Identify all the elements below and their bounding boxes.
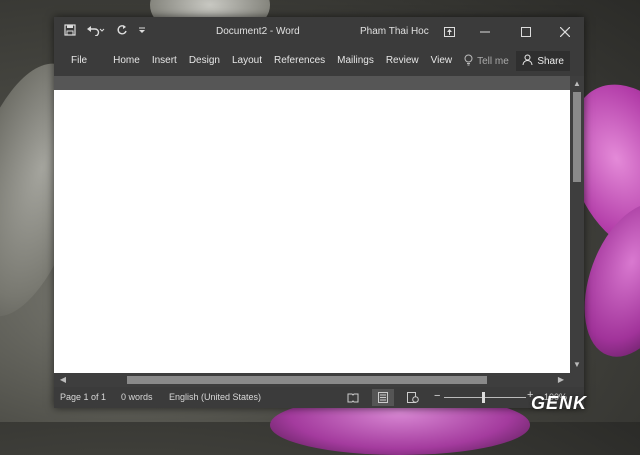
lightbulb-icon: [464, 54, 473, 69]
save-icon[interactable]: [64, 24, 76, 39]
read-mode-icon[interactable]: [342, 389, 364, 406]
ruler-strip: [54, 76, 570, 90]
close-icon[interactable]: [548, 17, 582, 46]
ribbon-tabs: File Home Insert Design Layout Reference…: [54, 46, 584, 76]
undo-icon[interactable]: [86, 24, 106, 39]
quick-access-toolbar: [64, 17, 146, 46]
language[interactable]: English (United States): [169, 392, 261, 402]
horizontal-scrollbar[interactable]: ◀ ▶: [54, 373, 570, 387]
maximize-icon[interactable]: [509, 17, 543, 46]
title-bar: Document2 - Word Pham Thai Hoc: [54, 17, 584, 46]
zoom-slider[interactable]: [444, 397, 526, 398]
user-name[interactable]: Pham Thai Hoc: [360, 26, 429, 37]
tab-references[interactable]: References: [268, 46, 331, 76]
tab-mailings[interactable]: Mailings: [331, 46, 380, 76]
tell-me-label: Tell me: [477, 55, 509, 67]
word-count[interactable]: 0 words: [121, 392, 153, 402]
customize-icon[interactable]: [138, 24, 146, 39]
scroll-up-icon[interactable]: ▲: [570, 78, 584, 90]
tell-me-box[interactable]: Tell me: [464, 54, 509, 69]
word-window: Document2 - Word Pham Thai Hoc File Home…: [54, 17, 584, 408]
zoom-slider-thumb[interactable]: [482, 392, 485, 403]
minimize-icon[interactable]: [468, 17, 502, 46]
web-layout-icon[interactable]: [402, 389, 424, 406]
horizontal-scroll-thumb[interactable]: [127, 376, 487, 384]
ribbon-display-options-icon[interactable]: [432, 17, 466, 46]
scrollbar-corner: [570, 373, 584, 387]
share-button[interactable]: Share: [516, 51, 570, 71]
scroll-left-icon[interactable]: ◀: [57, 373, 69, 387]
person-icon: [522, 54, 533, 68]
tab-design[interactable]: Design: [183, 46, 226, 76]
tab-insert[interactable]: Insert: [146, 46, 183, 76]
zoom-out-icon[interactable]: −: [434, 390, 440, 402]
status-bar: Page 1 of 1 0 words English (United Stat…: [54, 387, 584, 408]
tab-view[interactable]: View: [425, 46, 459, 76]
page-count[interactable]: Page 1 of 1: [60, 392, 106, 402]
tab-home[interactable]: Home: [107, 46, 146, 76]
tab-layout[interactable]: Layout: [226, 46, 268, 76]
scroll-down-icon[interactable]: ▼: [570, 359, 584, 371]
vertical-scroll-thumb[interactable]: [573, 92, 581, 182]
redo-icon[interactable]: [116, 24, 128, 39]
print-layout-icon[interactable]: [372, 389, 394, 406]
tab-review[interactable]: Review: [380, 46, 425, 76]
document-page[interactable]: [54, 90, 570, 373]
share-label: Share: [537, 55, 564, 67]
vertical-scrollbar[interactable]: ▲ ▼: [570, 76, 584, 373]
window-title: Document2 - Word: [216, 26, 300, 37]
genk-watermark-logo: GENK: [531, 393, 588, 413]
tab-file[interactable]: File: [65, 46, 93, 76]
scroll-right-icon[interactable]: ▶: [555, 373, 567, 387]
document-area: [54, 90, 570, 373]
